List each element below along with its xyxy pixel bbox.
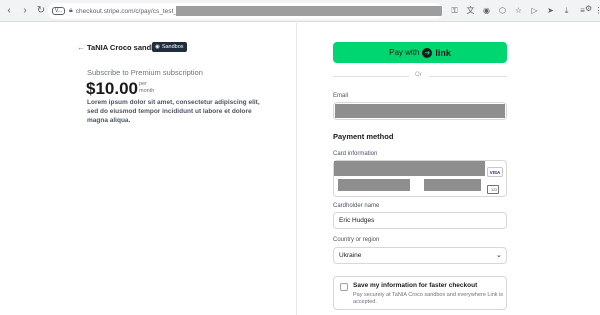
save-info-title: Save my information for faster checkout xyxy=(353,282,478,289)
or-separator: Or xyxy=(333,72,507,80)
version-chip[interactable]: V... xyxy=(52,7,66,15)
link-brand-label: link xyxy=(435,47,451,58)
eye-icon: ◉ xyxy=(155,44,160,50)
star-icon[interactable]: ☆ xyxy=(512,4,525,17)
save-info-box: Save my information for faster checkout … xyxy=(333,276,507,310)
browser-toolbar: ‹ › ↻ V... 🔒︎ checkout.stripe.com/c/pay/… xyxy=(0,0,600,22)
link-arrow-icon: ➜ xyxy=(422,47,433,58)
pay-with-link-button[interactable]: Pay with ➜ link xyxy=(333,42,507,63)
forward-icon[interactable]: › xyxy=(18,4,32,18)
lock-icon: 🔒︎ xyxy=(69,7,73,14)
payment-method-heading: Payment method xyxy=(333,132,394,141)
puzzle-icon[interactable]: ⚙ xyxy=(585,4,592,13)
card-cvc-input[interactable] xyxy=(424,179,481,191)
card-number-input[interactable] xyxy=(334,161,485,176)
download-icon[interactable]: ⤓ xyxy=(560,4,573,17)
price: $10.00 xyxy=(86,79,138,98)
email-field[interactable] xyxy=(333,102,507,120)
save-info-checkbox[interactable] xyxy=(340,283,348,291)
billing-period: per month xyxy=(139,81,154,95)
reload-icon[interactable]: ↻ xyxy=(34,4,48,18)
order-summary-panel: ← TaNIA Croco sandbox ◉ Sandbox Subscrib… xyxy=(0,23,296,315)
back-arrow-icon[interactable]: ← xyxy=(77,43,85,52)
visa-icon: VISA xyxy=(487,167,503,177)
per-label: per xyxy=(139,81,147,87)
cardholder-value: Eric Hudges xyxy=(339,217,375,224)
separator-line-left xyxy=(333,76,409,77)
send-icon[interactable]: ➤ xyxy=(544,4,557,17)
card-expiry-input[interactable] xyxy=(338,179,410,191)
separator-line-right xyxy=(429,76,507,77)
sandbox-label: Sandbox xyxy=(161,44,184,50)
email-label: Email xyxy=(333,93,349,99)
cvc-icon: 123 xyxy=(487,185,499,194)
email-redaction xyxy=(335,104,505,118)
payment-panel: Pay with ➜ link Or Email Payment method … xyxy=(297,23,600,315)
toolbar-icons: ⚿ 文 ◉ ⬡ ☆ ▷ ➤ ⤓ ≡ ⋮ xyxy=(448,4,600,17)
save-info-description: Pay securely at TaNIA Croco sandbox and … xyxy=(353,292,504,305)
play-icon[interactable]: ▷ xyxy=(528,4,541,17)
more-icon[interactable]: ⋮ xyxy=(592,4,600,17)
chevron-down-icon: ⌄ xyxy=(496,252,502,259)
address-bar[interactable]: V... 🔒︎ checkout.stripe.com/c/pay/cs_tes… xyxy=(48,3,443,19)
back-icon[interactable]: ‹ xyxy=(2,4,16,18)
cardholder-label: Cardholder name xyxy=(333,203,380,209)
country-value: Ukraine xyxy=(339,252,362,259)
url-redaction xyxy=(176,6,442,16)
sandbox-badge: ◉ Sandbox xyxy=(152,42,187,52)
country-label: Country or region xyxy=(333,237,380,243)
pay-with-label: Pay with xyxy=(389,48,420,57)
camera-icon[interactable]: ◉ xyxy=(480,4,493,17)
translate-icon[interactable]: 文 xyxy=(464,4,477,17)
key-icon[interactable]: ⚿ xyxy=(448,4,461,17)
extension-icon[interactable]: ⬡ xyxy=(496,4,509,17)
or-label: Or xyxy=(415,72,422,78)
period-label: month xyxy=(139,88,155,94)
product-subtitle: Subscribe to Premium subscription xyxy=(87,68,203,77)
product-description: Lorem ipsum dolor sit amet, consectetur … xyxy=(87,99,260,124)
card-info-label: Card information xyxy=(333,151,378,157)
